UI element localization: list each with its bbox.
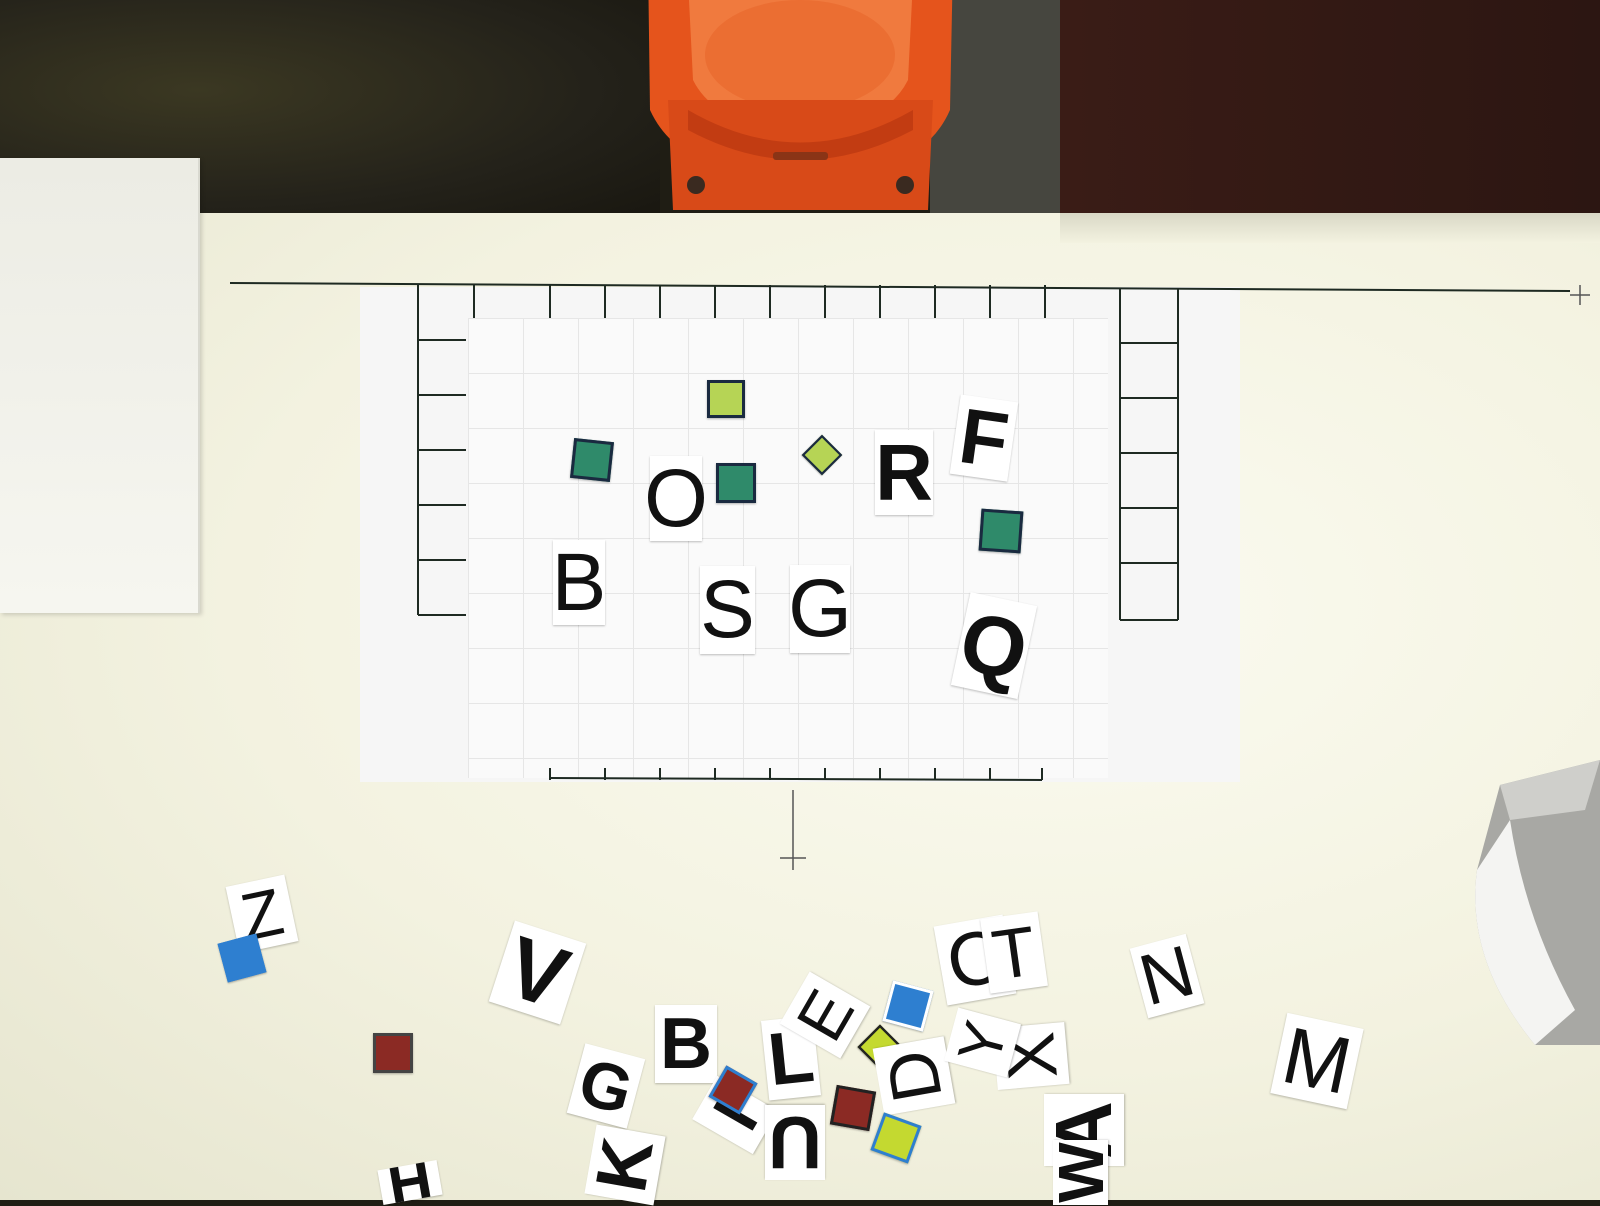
letter-glyph: O bbox=[644, 452, 708, 544]
letter-tile[interactable]: O bbox=[644, 456, 708, 541]
folded-box bbox=[1475, 760, 1600, 1045]
marker-square-green bbox=[716, 463, 756, 503]
letter-glyph: R bbox=[875, 427, 933, 517]
letter-glyph: U bbox=[768, 1101, 822, 1185]
letter-tile[interactable]: S bbox=[700, 566, 755, 654]
letter-glyph: S bbox=[700, 564, 755, 655]
letter-glyph: D bbox=[871, 1044, 957, 1108]
letter-glyph: B bbox=[551, 536, 607, 628]
letter-glyph: Y bbox=[944, 1014, 1020, 1071]
letter-glyph: K bbox=[581, 1132, 669, 1198]
letter-glyph: M bbox=[1275, 1010, 1359, 1111]
letter-tile[interactable]: U bbox=[765, 1101, 825, 1185]
letter-tile[interactable]: B bbox=[551, 536, 607, 628]
letter-tile[interactable]: G bbox=[788, 563, 852, 654]
letter-tile[interactable]: T bbox=[980, 910, 1048, 995]
letter-glyph: T bbox=[987, 910, 1041, 995]
letter-glyph: B bbox=[660, 1004, 712, 1084]
letter-tile[interactable]: F bbox=[949, 391, 1019, 485]
letter-tile[interactable]: B bbox=[655, 1005, 717, 1083]
letter-glyph: W bbox=[1053, 1142, 1108, 1202]
letter-glyph: G bbox=[788, 563, 852, 654]
marker-square-cross bbox=[978, 508, 1024, 554]
letter-tile[interactable]: R bbox=[875, 430, 933, 515]
letter-tile[interactable]: W bbox=[1053, 1140, 1108, 1205]
marker-square-lime bbox=[707, 380, 745, 418]
letter-tile[interactable]: K bbox=[581, 1124, 669, 1206]
letter-tile[interactable]: D bbox=[871, 1036, 957, 1116]
marker-square-red bbox=[829, 1084, 877, 1132]
marker-square-green bbox=[570, 438, 614, 482]
marker-square-red bbox=[373, 1033, 413, 1073]
letter-glyph: G bbox=[571, 1043, 641, 1129]
letter-glyph: F bbox=[954, 391, 1014, 485]
letter-tile[interactable]: M bbox=[1270, 1010, 1364, 1111]
